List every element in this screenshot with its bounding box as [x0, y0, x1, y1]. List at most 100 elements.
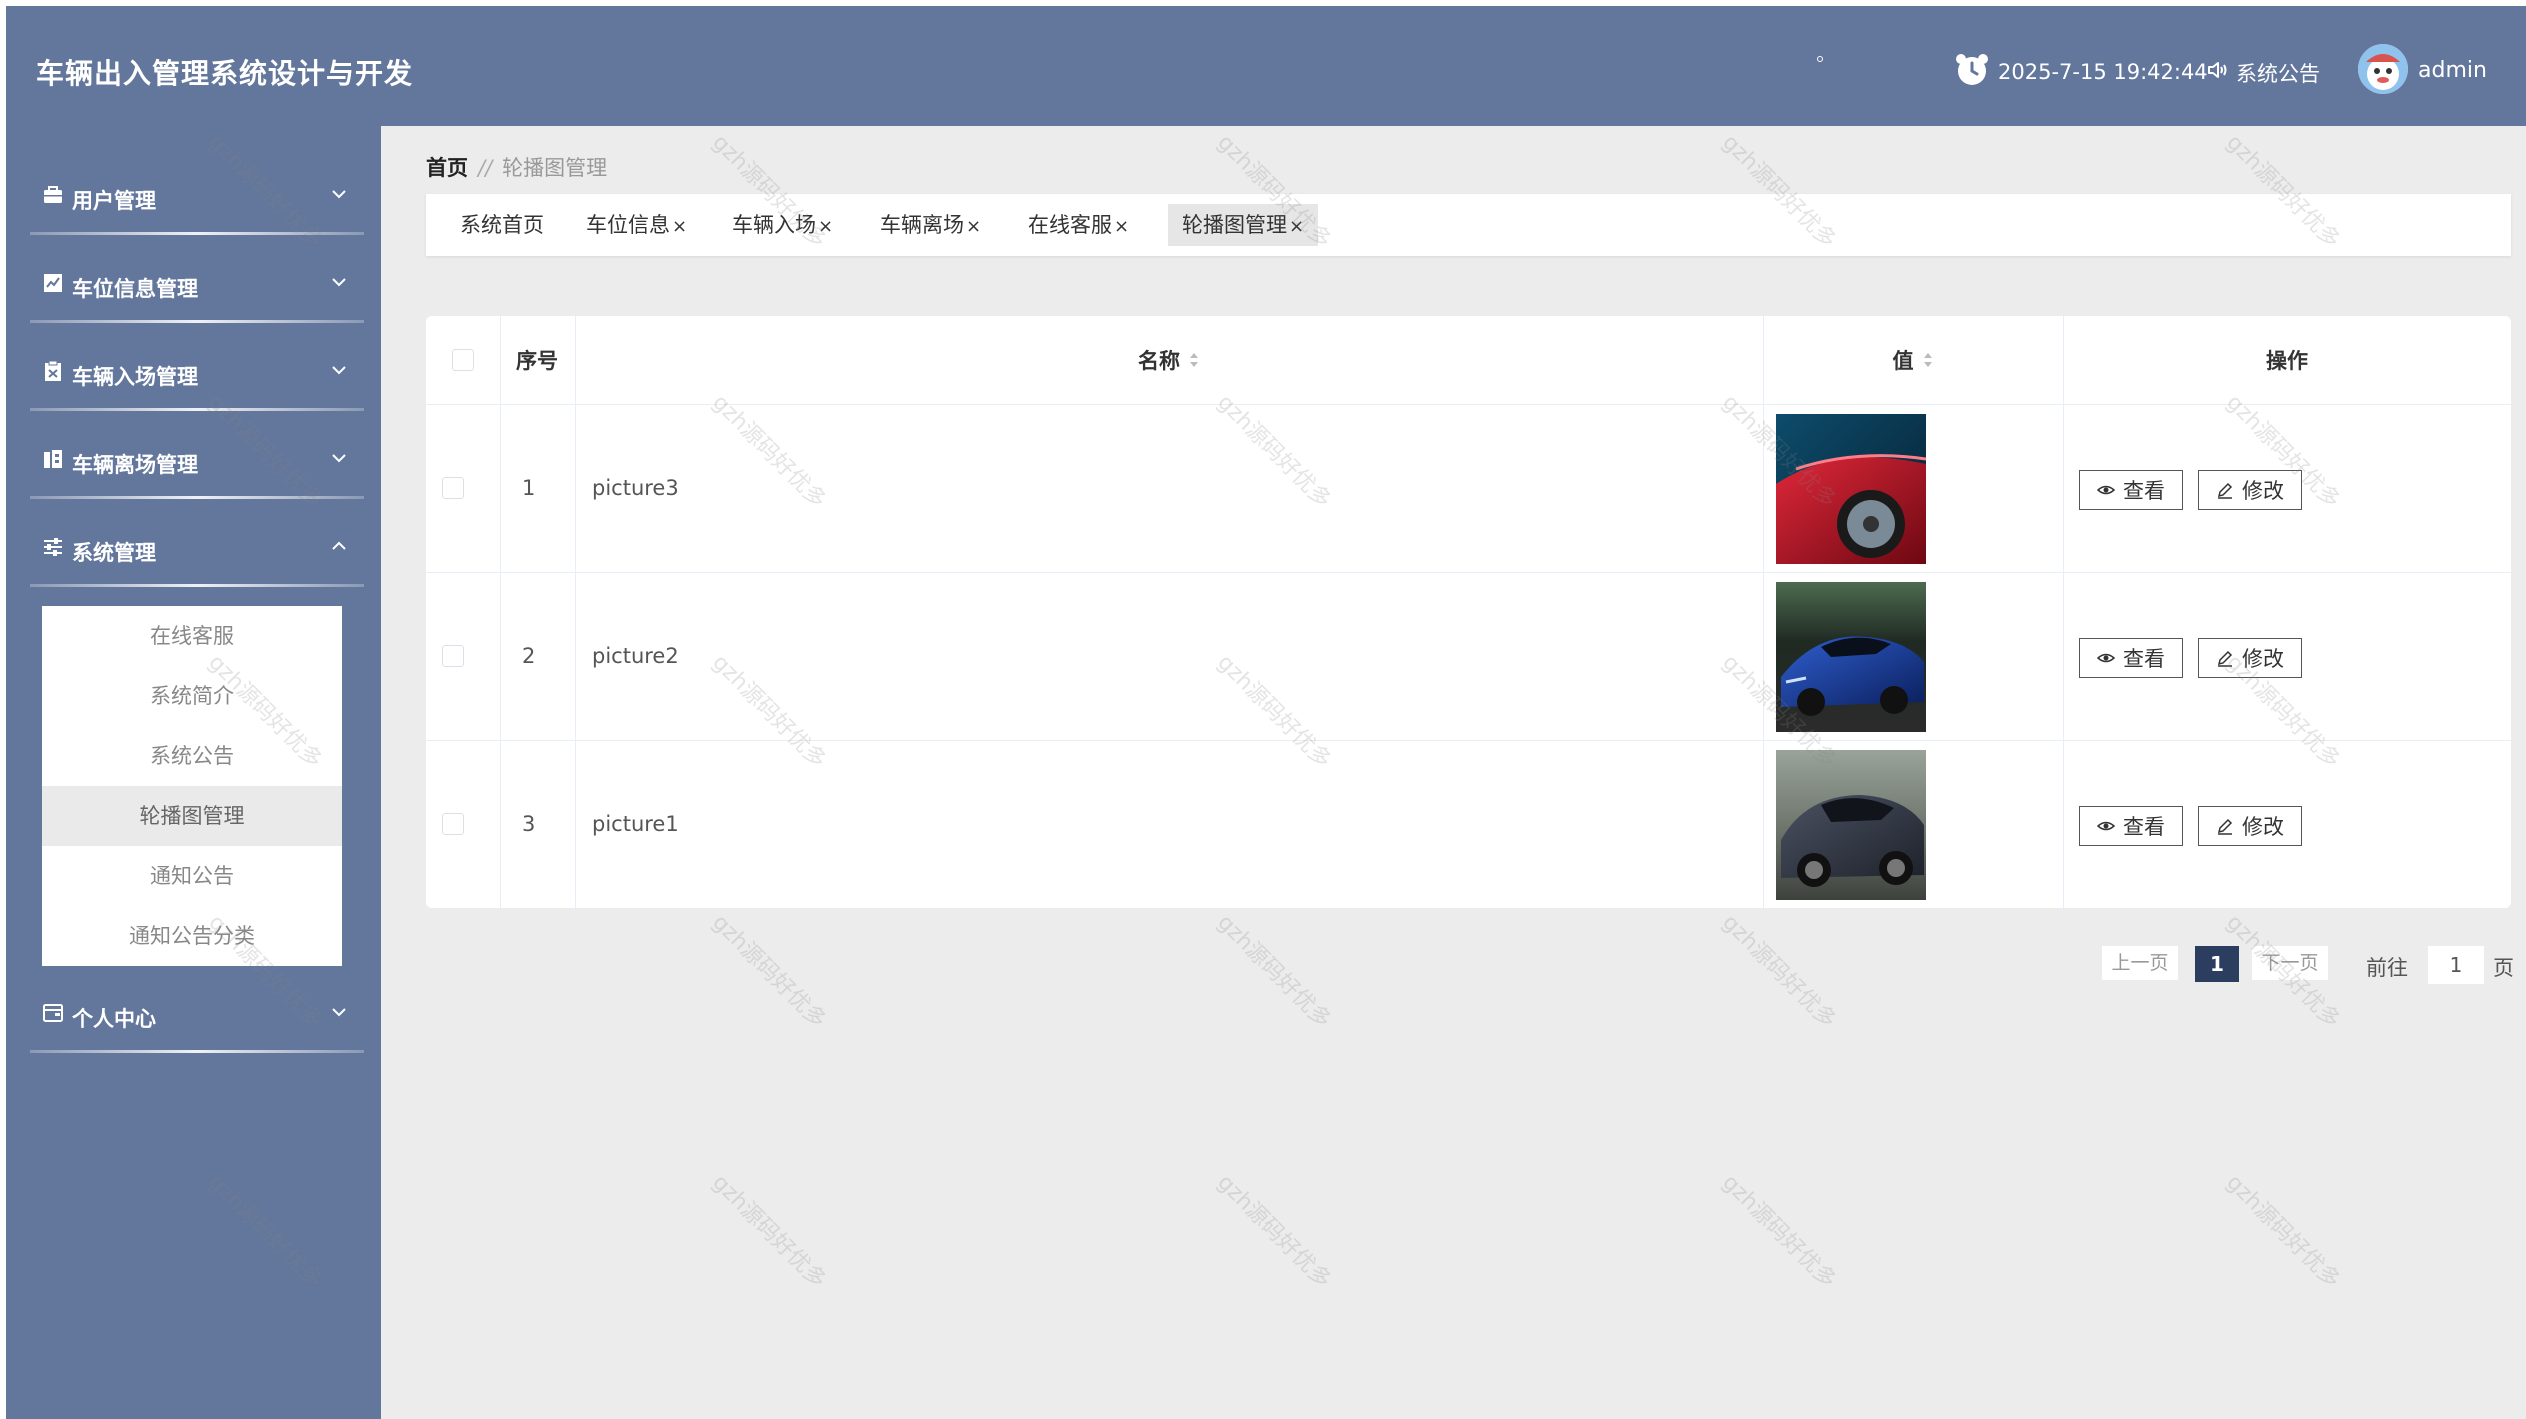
submenu-item-system-notice[interactable]: 系统公告 [42, 726, 342, 786]
goto-label: 前往 [2366, 956, 2408, 980]
tab-carousel-management[interactable]: 轮播图管理 × [1168, 204, 1319, 246]
chevron-down-icon [332, 366, 346, 375]
edit-icon [2217, 818, 2233, 835]
grey-car-image [1776, 750, 1926, 900]
goto-page-input[interactable] [2428, 946, 2484, 984]
submenu-item-notification[interactable]: 通知公告 [42, 846, 342, 906]
sort-icon[interactable] [1922, 349, 1934, 371]
sidebar-item-system-management[interactable]: 系统管理 [6, 504, 361, 592]
sidebar-item-label: 车辆离场管理 [72, 453, 198, 477]
speaker-icon[interactable] [2206, 58, 2230, 82]
clipboard-icon [45, 360, 61, 381]
submenu-item-notification-category[interactable]: 通知公告分类 [42, 906, 342, 966]
edit-button[interactable]: 修改 [2198, 638, 2302, 678]
menu-divider [30, 584, 364, 587]
sidebar-item-user-management[interactable]: 用户管理 [6, 152, 361, 240]
watermark: gzh源码好优多 [707, 910, 831, 1034]
system-submenu: 在线客服 系统简介 系统公告 轮播图管理 通知公告 通知公告分类 [42, 606, 342, 966]
sidebar-item-label: 用户管理 [72, 189, 156, 213]
tab-vehicle-exit[interactable]: 车辆离场 × [866, 204, 995, 246]
row-divider [426, 740, 2511, 741]
tab-label: 在线客服 [1028, 213, 1112, 237]
row-image-blue-car[interactable] [1776, 582, 1926, 732]
row-image-grey-car[interactable] [1776, 750, 1926, 900]
header-actions: 操作 [2266, 349, 2308, 373]
tab-system-home[interactable]: 系统首页 [446, 204, 558, 246]
sidebar-item-label: 车位信息管理 [72, 277, 198, 301]
tab-online-service[interactable]: 在线客服 × [1014, 204, 1143, 246]
edit-button-label: 修改 [2242, 647, 2284, 671]
header-dot-icon [1817, 56, 1823, 62]
header-value[interactable]: 值 [1763, 316, 2063, 404]
prev-page-button[interactable]: 上一页 [2102, 946, 2178, 980]
eye-icon [2097, 653, 2115, 663]
row-name: picture3 [592, 476, 679, 500]
row-checkbox[interactable] [442, 477, 464, 499]
row-name: picture2 [592, 644, 679, 668]
edit-button-label: 修改 [2242, 815, 2284, 839]
tab-label: 轮播图管理 [1182, 213, 1287, 237]
row-checkbox[interactable] [442, 813, 464, 835]
sort-icon[interactable] [1188, 349, 1200, 371]
tab-vehicle-entry[interactable]: 车辆入场 × [718, 204, 847, 246]
system-notice-link[interactable]: 系统公告 [2236, 58, 2320, 88]
avatar[interactable] [2358, 44, 2408, 94]
current-datetime: 2025-7-15 19:42:44 [1998, 60, 2208, 84]
clock-icon [1956, 54, 1988, 85]
view-button-label: 查看 [2123, 815, 2165, 839]
eye-icon [2097, 485, 2115, 495]
menu-divider [30, 408, 364, 411]
tab-label: 车辆入场 [732, 213, 816, 237]
view-button[interactable]: 查看 [2079, 638, 2183, 678]
menu-divider [30, 496, 364, 499]
close-icon[interactable]: × [1289, 216, 1304, 237]
edit-button[interactable]: 修改 [2198, 806, 2302, 846]
watermark: gzh源码好优多 [1717, 1170, 1841, 1294]
menu-divider [30, 320, 364, 323]
page-number-current[interactable]: 1 [2195, 946, 2239, 982]
sidebar-item-label: 系统管理 [72, 541, 156, 565]
view-button-label: 查看 [2123, 647, 2165, 671]
chevron-down-icon [332, 190, 346, 199]
header-index: 序号 [516, 349, 558, 373]
submenu-item-carousel-management[interactable]: 轮播图管理 [42, 786, 342, 846]
sidebar-item-vehicle-entry[interactable]: 车辆入场管理 [6, 328, 361, 416]
row-index: 2 [522, 644, 536, 668]
chevron-up-icon [332, 541, 346, 550]
submenu-item-system-intro[interactable]: 系统简介 [42, 666, 342, 726]
next-page-button[interactable]: 下一页 [2252, 946, 2328, 980]
row-image-red-car[interactable] [1776, 414, 1926, 564]
edit-button[interactable]: 修改 [2198, 470, 2302, 510]
row-divider [426, 572, 2511, 573]
avatar-image [2358, 44, 2408, 94]
sidebar-item-personal-center[interactable]: 个人中心 [6, 970, 361, 1058]
edit-icon [2217, 482, 2233, 499]
close-icon[interactable]: × [966, 216, 981, 237]
submenu-item-online-service[interactable]: 在线客服 [42, 606, 342, 666]
app-title: 车辆出入管理系统设计与开发 [36, 57, 414, 90]
tab-label: 车辆离场 [880, 213, 964, 237]
view-button-label: 查看 [2123, 479, 2165, 503]
sidebar-item-parking-info[interactable]: 车位信息管理 [6, 240, 361, 328]
close-icon[interactable]: × [818, 216, 833, 237]
tab-label: 车位信息 [586, 213, 670, 237]
view-button[interactable]: 查看 [2079, 806, 2183, 846]
app-frame: 车辆出入管理系统设计与开发 2025-7-15 19:42:44 系统公告 ad… [6, 6, 2526, 1419]
tab-label: 系统首页 [460, 213, 544, 237]
red-car-image [1776, 414, 1926, 564]
row-index: 1 [522, 476, 536, 500]
header-name[interactable]: 名称 [575, 316, 1763, 404]
select-all-checkbox[interactable] [452, 349, 474, 371]
username[interactable]: admin [2418, 58, 2487, 83]
row-index: 3 [522, 812, 536, 836]
breadcrumb-current: 轮播图管理 [502, 156, 608, 180]
tab-parking-info[interactable]: 车位信息 × [572, 204, 701, 246]
breadcrumb-home[interactable]: 首页 [426, 156, 468, 180]
edit-button-label: 修改 [2242, 479, 2284, 503]
sidebar-item-vehicle-exit[interactable]: 车辆离场管理 [6, 416, 361, 504]
close-icon[interactable]: × [672, 216, 687, 237]
view-button[interactable]: 查看 [2079, 470, 2183, 510]
row-checkbox[interactable] [442, 645, 464, 667]
close-icon[interactable]: × [1114, 216, 1129, 237]
header-name-label: 名称 [1138, 349, 1180, 373]
